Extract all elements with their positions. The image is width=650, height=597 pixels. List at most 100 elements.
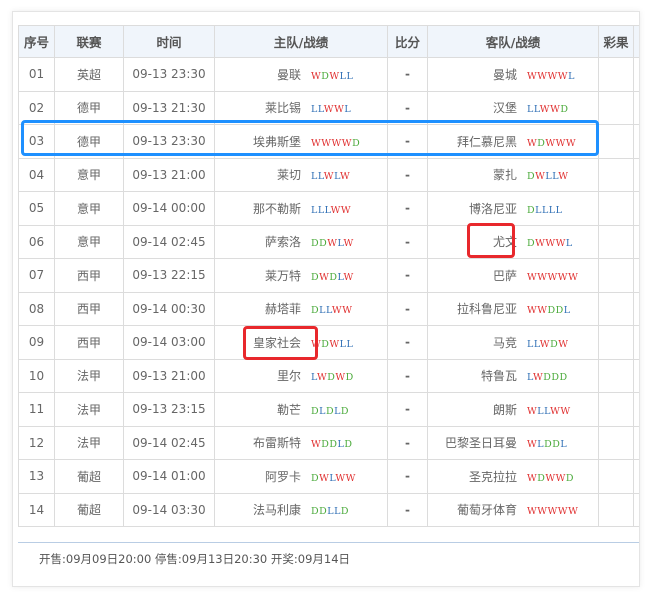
row-league: 意甲 <box>54 191 124 226</box>
row-extra <box>633 258 639 293</box>
row-league: 西甲 <box>54 291 124 326</box>
row-away: 特鲁瓦 LWDDD <box>427 358 599 393</box>
row-home: 曼联 WDWLL <box>214 57 388 92</box>
home-team-link[interactable]: 曼联 <box>231 66 301 83</box>
home-team-link[interactable]: 萨索洛 <box>231 233 301 250</box>
header-no: 序号 <box>18 25 55 58</box>
table-row: 10 法甲 09-13 21:00 里尔 LWDWD - 特鲁瓦 LWDDD <box>18 358 639 393</box>
away-team-link[interactable]: 博洛尼亚 <box>439 200 517 217</box>
home-team-link[interactable]: 赫塔菲 <box>231 300 301 317</box>
row-home: 勒芒 DLDLD <box>214 392 388 427</box>
table-row: 05 意甲 09-14 00:00 那不勒斯 LLLWW - 博洛尼亚 DLLLL <box>18 191 639 226</box>
row-score: - <box>387 325 428 360</box>
row-extra <box>633 124 639 159</box>
row-lottery <box>598 358 634 393</box>
row-score: - <box>387 459 428 494</box>
row-extra <box>633 392 639 427</box>
sale-info: 开售:09月09日20:00 停售:09月13日20:30 开奖:09月14日 <box>39 552 351 566</box>
header-extra <box>633 25 639 58</box>
row-extra <box>633 492 639 527</box>
row-away: 曼城 WWWWL <box>427 57 599 92</box>
away-record: LWDDD <box>527 372 568 384</box>
header-home: 主队/战绩 <box>214 25 388 58</box>
away-record: WDWWD <box>527 472 575 484</box>
row-score: - <box>387 258 428 293</box>
away-team-link[interactable]: 特鲁瓦 <box>439 367 517 384</box>
row-league: 西甲 <box>54 258 124 293</box>
home-team-link[interactable]: 里尔 <box>231 367 301 384</box>
away-team-link[interactable]: 朗斯 <box>439 401 517 418</box>
away-record: WLLWW <box>527 405 571 417</box>
home-team-link[interactable]: 法马利康 <box>231 501 301 518</box>
row-time: 09-14 03:30 <box>123 492 215 527</box>
away-record: DWLLW <box>527 171 569 183</box>
home-record: DDLLD <box>311 506 349 518</box>
table-row: 09 西甲 09-14 03:00 皇家社会 WDWLL - 马竞 LLWDW <box>18 325 639 360</box>
row-score: - <box>387 392 428 427</box>
away-team-link[interactable]: 葡萄牙体育 <box>439 501 517 518</box>
home-team-link[interactable]: 莱切 <box>231 166 301 183</box>
home-record: DDWLW <box>311 238 354 250</box>
row-time: 09-14 00:00 <box>123 191 215 226</box>
away-team-link[interactable]: 蒙扎 <box>439 166 517 183</box>
table-row: 12 法甲 09-14 02:45 布雷斯特 WDDLD - 巴黎圣日耳曼 WLDDL <box>18 425 639 460</box>
home-team-link[interactable]: 莱万特 <box>231 267 301 284</box>
home-team-link[interactable]: 阿罗卡 <box>231 468 301 485</box>
header-league: 联赛 <box>54 25 124 58</box>
home-record: DWLWW <box>311 472 356 484</box>
row-no: 06 <box>18 224 55 259</box>
row-lottery <box>598 191 634 226</box>
away-team-link[interactable]: 巴黎圣日耳曼 <box>439 434 517 451</box>
row-extra <box>633 325 639 360</box>
row-time: 09-13 22:15 <box>123 258 215 293</box>
home-team-link[interactable]: 布雷斯特 <box>231 434 301 451</box>
home-record: LLLWW <box>311 204 352 216</box>
away-record: WWWWW <box>527 271 579 283</box>
row-time: 09-13 21:00 <box>123 157 215 192</box>
row-away: 朗斯 WLLWW <box>427 392 599 427</box>
row-lottery <box>598 291 634 326</box>
away-team-link[interactable]: 曼城 <box>439 66 517 83</box>
table-bottom-line <box>18 542 639 543</box>
row-lottery <box>598 392 634 427</box>
home-team-link[interactable]: 莱比锡 <box>231 99 301 116</box>
row-extra <box>633 291 639 326</box>
home-team-link[interactable]: 勒芒 <box>231 401 301 418</box>
row-score: - <box>387 358 428 393</box>
away-team-link[interactable]: 汉堡 <box>439 99 517 116</box>
row-lottery <box>598 258 634 293</box>
row-time: 09-13 21:00 <box>123 358 215 393</box>
row-extra <box>633 224 639 259</box>
away-record: WWDDL <box>527 305 571 317</box>
header-away: 客队/战绩 <box>427 25 599 58</box>
away-team-link[interactable]: 巴萨 <box>439 267 517 284</box>
away-team-link[interactable]: 拉科鲁尼亚 <box>439 300 517 317</box>
away-team-link[interactable]: 马竞 <box>439 334 517 351</box>
home-team-link[interactable]: 那不勒斯 <box>231 200 301 217</box>
row-no: 04 <box>18 157 55 192</box>
row-away: 拉科鲁尼亚 WWDDL <box>427 291 599 326</box>
row-home: 莱万特 DWDLW <box>214 258 388 293</box>
home-record: WDDLD <box>311 439 353 451</box>
row-time: 09-13 23:15 <box>123 392 215 427</box>
home-record: DWDLW <box>311 271 354 283</box>
row-away: 巴黎圣日耳曼 WLDDL <box>427 425 599 460</box>
away-team-link[interactable]: 圣克拉拉 <box>439 468 517 485</box>
highlight-row-03 <box>21 120 599 156</box>
row-lottery <box>598 124 634 159</box>
row-no: 14 <box>18 492 55 527</box>
row-extra <box>633 459 639 494</box>
row-home: 阿罗卡 DWLWW <box>214 459 388 494</box>
table-header-row: 序号 联赛 时间 主队/战绩 比分 客队/战绩 彩果 <box>18 25 639 58</box>
row-league: 法甲 <box>54 392 124 427</box>
home-record: DLLWW <box>311 305 353 317</box>
table-row: 14 葡超 09-14 03:30 法马利康 DDLLD - 葡萄牙体育 WWWWW <box>18 492 639 527</box>
row-time: 09-14 02:45 <box>123 425 215 460</box>
table-row: 01 英超 09-13 23:30 曼联 WDWLL - 曼城 WWWWL <box>18 57 639 92</box>
row-home: 里尔 LWDWD <box>214 358 388 393</box>
row-lottery <box>598 157 634 192</box>
row-lottery <box>598 224 634 259</box>
row-time: 09-13 23:30 <box>123 57 215 92</box>
row-no: 07 <box>18 258 55 293</box>
row-home: 布雷斯特 WDDLD <box>214 425 388 460</box>
